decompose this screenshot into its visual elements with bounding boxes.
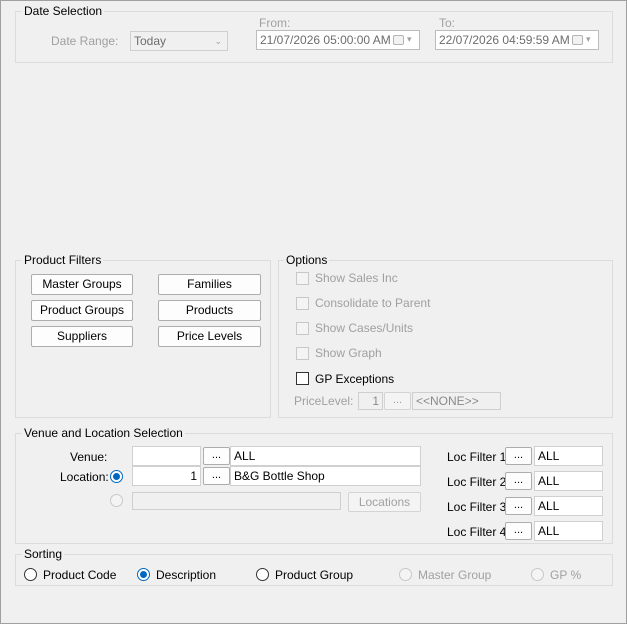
sort-product-code-label: Product Code	[43, 568, 117, 582]
date-range-select[interactable]: Today ⌄	[130, 31, 228, 51]
loc-filter-3-field: ALL	[534, 496, 603, 516]
location-browse-button[interactable]: ...	[203, 467, 230, 485]
loc-filter-2-browse-button[interactable]: ...	[505, 472, 532, 490]
consolidate-to-parent-label: Consolidate to Parent	[315, 296, 431, 310]
show-graph-checkbox[interactable]	[296, 347, 309, 360]
chevron-down-icon[interactable]: ▾	[407, 34, 412, 44]
calendar-icon[interactable]	[393, 35, 404, 45]
sort-master-group-radio[interactable]	[399, 568, 412, 581]
product-filters-legend: Product Filters	[22, 253, 104, 267]
show-graph-label: Show Graph	[315, 346, 382, 360]
from-date-picker[interactable]: 21/07/2026 05:00:00 AM ▾	[256, 30, 420, 50]
master-groups-button[interactable]: Master Groups	[31, 274, 133, 295]
location-radio[interactable]	[110, 470, 123, 483]
consolidate-to-parent-checkbox[interactable]	[296, 297, 309, 310]
price-level-browse-button[interactable]: ...	[384, 392, 411, 410]
to-date-picker[interactable]: 22/07/2026 04:59:59 AM ▾	[435, 30, 599, 50]
show-sales-inc-label: Show Sales Inc	[315, 271, 398, 285]
date-range-label: Date Range:	[51, 34, 119, 48]
sort-description-label: Description	[156, 568, 217, 582]
venue-location-legend: Venue and Location Selection	[22, 426, 185, 440]
loc-filter-3-label: Loc Filter 3:	[447, 500, 510, 514]
price-level-value: <<NONE>>	[412, 392, 501, 410]
loc-filter-4-browse-button[interactable]: ...	[505, 522, 532, 540]
chevron-down-icon[interactable]: ▾	[586, 34, 591, 44]
from-date-value: 21/07/2026 05:00:00 AM	[260, 33, 391, 47]
loc-filter-3-browse-button[interactable]: ...	[505, 497, 532, 515]
price-level-label: PriceLevel:	[294, 394, 354, 408]
gp-exceptions-label: GP Exceptions	[315, 372, 395, 386]
to-label: To:	[439, 16, 456, 30]
sort-gp-percent-radio[interactable]	[531, 568, 544, 581]
locations-radio[interactable]	[110, 494, 123, 507]
to-date-value: 22/07/2026 04:59:59 AM	[439, 33, 570, 47]
sort-description-radio[interactable]	[137, 568, 150, 581]
show-cases-units-label: Show Cases/Units	[315, 321, 414, 335]
loc-filter-2-field: ALL	[534, 471, 603, 491]
loc-filter-1-label: Loc Filter 1:	[447, 450, 510, 464]
families-button[interactable]: Families	[158, 274, 261, 295]
loc-filter-1-browse-button[interactable]: ...	[505, 447, 532, 465]
products-button[interactable]: Products	[158, 300, 261, 321]
price-level-number[interactable]: 1	[358, 392, 383, 410]
sorting-legend: Sorting	[22, 547, 65, 561]
options-legend: Options	[284, 253, 330, 267]
venue-code-input[interactable]	[132, 446, 201, 466]
sort-master-group-label: Master Group	[418, 568, 492, 582]
venue-label: Venue:	[70, 450, 108, 464]
show-sales-inc-checkbox[interactable]	[296, 272, 309, 285]
venue-browse-button[interactable]: ...	[203, 447, 230, 465]
from-label: From:	[259, 16, 291, 30]
venue-name-field: ALL	[230, 446, 421, 466]
product-groups-button[interactable]: Product Groups	[31, 300, 133, 321]
chevron-down-icon: ⌄	[214, 36, 222, 46]
show-cases-units-checkbox[interactable]	[296, 322, 309, 335]
sort-product-group-label: Product Group	[275, 568, 354, 582]
calendar-icon[interactable]	[572, 35, 583, 45]
price-levels-button[interactable]: Price Levels	[158, 326, 261, 347]
location-label: Location:	[60, 470, 109, 484]
date-selection-legend: Date Selection	[22, 4, 105, 18]
sort-gp-percent-label: GP %	[550, 568, 582, 582]
loc-filter-1-field: ALL	[534, 446, 603, 466]
locations-field	[132, 492, 341, 510]
gp-exceptions-checkbox[interactable]	[296, 372, 309, 385]
location-code-input[interactable]: 1	[132, 466, 201, 486]
suppliers-button[interactable]: Suppliers	[31, 326, 133, 347]
loc-filter-2-label: Loc Filter 2:	[447, 475, 510, 489]
location-name-field: B&G Bottle Shop	[230, 466, 421, 486]
loc-filter-4-label: Loc Filter 4:	[447, 525, 510, 539]
locations-button[interactable]: Locations	[348, 492, 421, 512]
sort-product-group-radio[interactable]	[256, 568, 269, 581]
sort-product-code-radio[interactable]	[24, 568, 37, 581]
loc-filter-4-field: ALL	[534, 521, 603, 541]
date-range-value: Today	[134, 34, 167, 48]
